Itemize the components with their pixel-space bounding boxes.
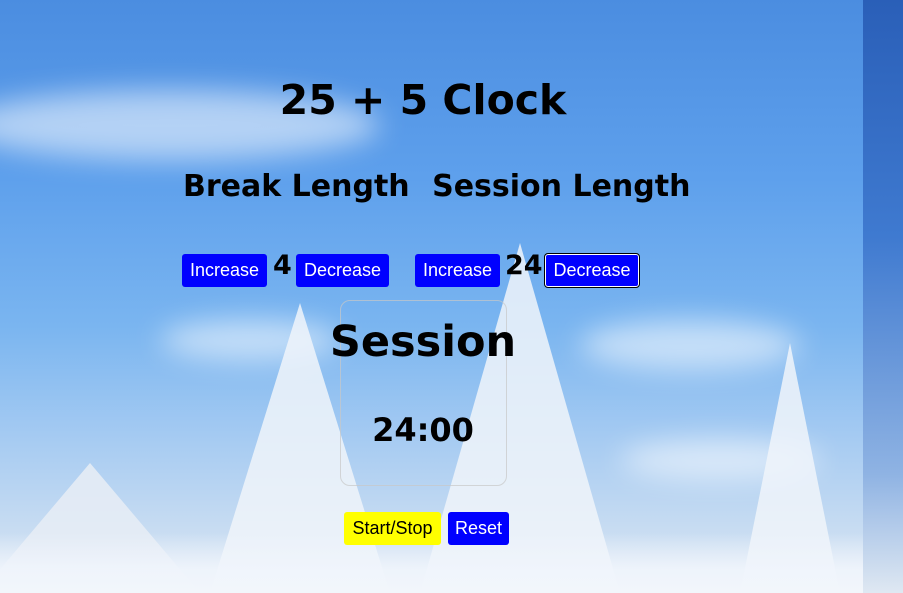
- break-length-value: 4: [273, 250, 292, 281]
- page-title: 25 + 5 Clock: [279, 76, 567, 124]
- window-edge-strip: [863, 0, 903, 593]
- session-length-label: Session Length: [432, 169, 691, 204]
- time-left: 24:00: [372, 411, 474, 449]
- break-length-label: Break Length: [183, 169, 410, 204]
- reset-button[interactable]: Reset: [448, 512, 509, 545]
- break-decrement-button[interactable]: Decrease: [296, 254, 389, 287]
- length-labels: Break Length Session Length: [183, 169, 690, 204]
- session-increment-button[interactable]: Increase: [415, 254, 500, 287]
- start-stop-button[interactable]: Start/Stop: [344, 512, 441, 545]
- session-decrement-button[interactable]: Decrease: [544, 253, 640, 288]
- break-increment-button[interactable]: Increase: [182, 254, 267, 287]
- session-length-value: 24: [505, 250, 543, 281]
- timer-label: Session: [329, 317, 517, 367]
